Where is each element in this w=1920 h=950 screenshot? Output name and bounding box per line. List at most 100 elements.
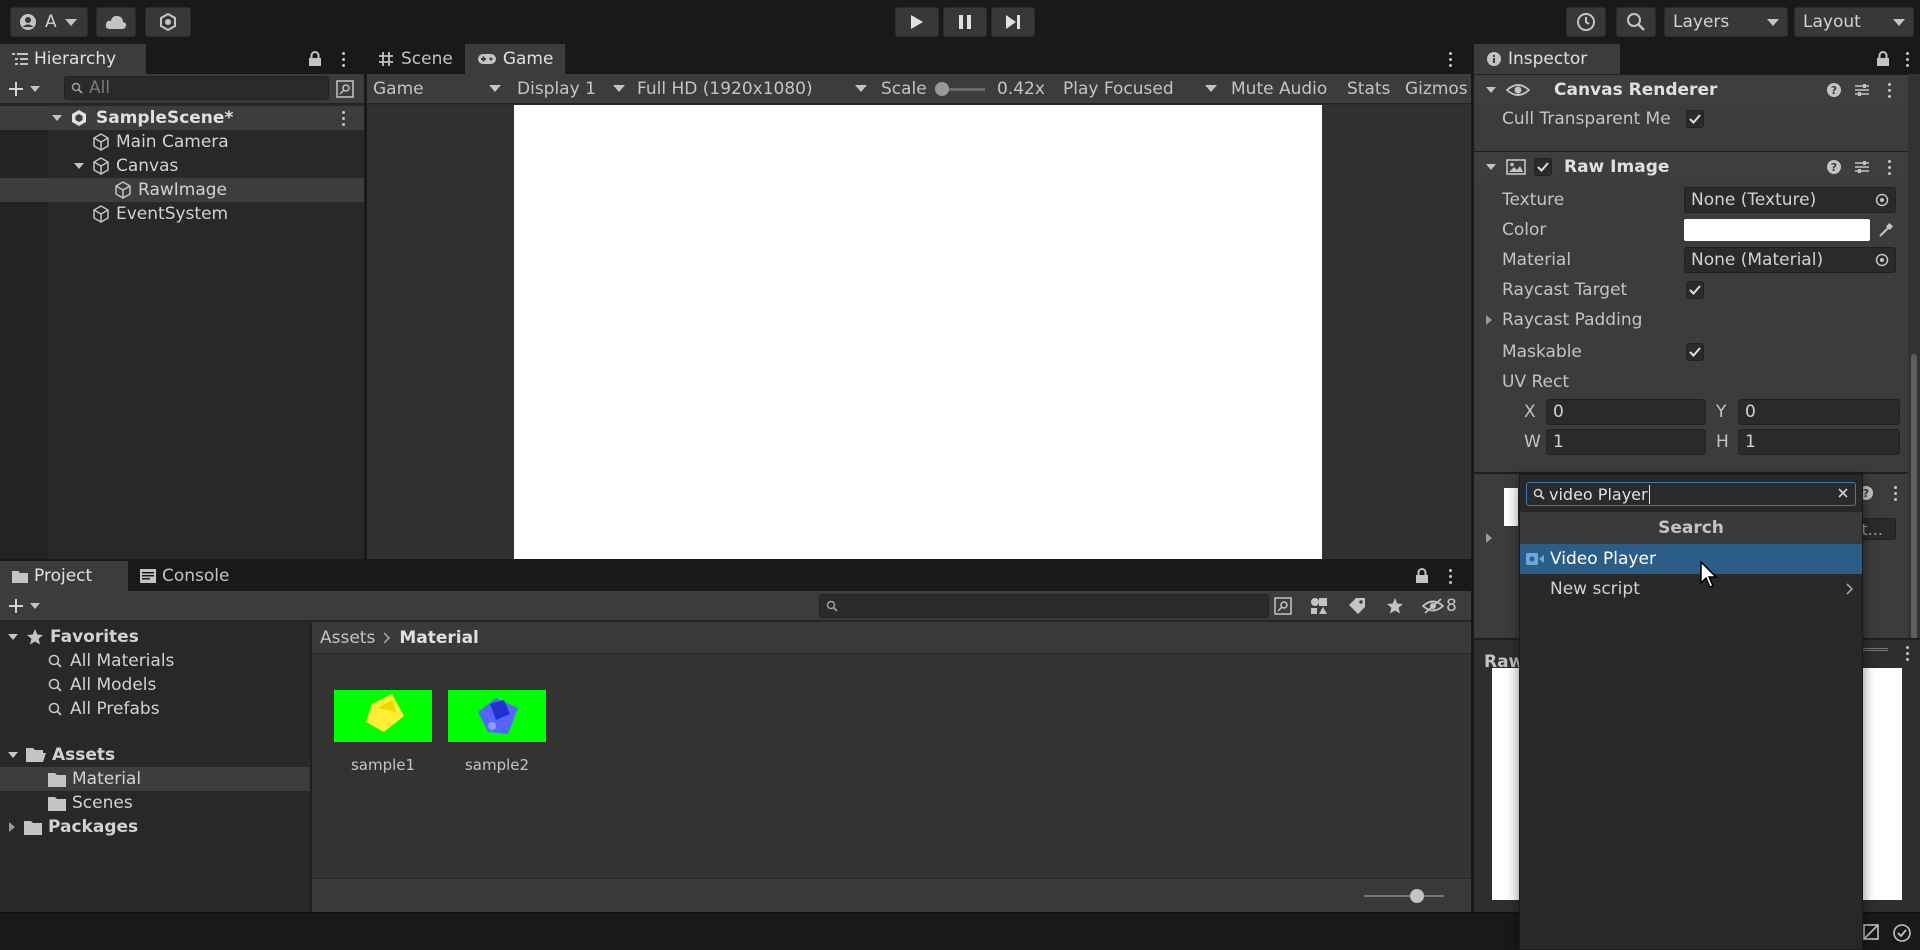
debug-icon[interactable] (1862, 923, 1880, 941)
help-icon[interactable]: ? (1826, 159, 1842, 175)
account-dropdown[interactable]: A (10, 7, 88, 37)
icon-size-slider-thumb[interactable] (1410, 889, 1424, 903)
more-icon[interactable] (1906, 646, 1909, 661)
search-button[interactable] (1616, 7, 1656, 37)
more-icon[interactable] (1888, 160, 1891, 175)
lock-icon[interactable] (1876, 51, 1890, 67)
maskable-checkbox[interactable] (1686, 343, 1704, 361)
uv-y-input[interactable]: 0 (1738, 399, 1900, 425)
canvas-renderer-header[interactable]: Canvas Renderer ? (1474, 74, 1908, 104)
more-icon[interactable] (1906, 52, 1909, 67)
star-icon[interactable] (1386, 597, 1404, 615)
result-item-new-script[interactable]: New script (1520, 574, 1862, 604)
favorite-item-models[interactable]: All Models (0, 673, 310, 697)
object-picker-icon[interactable] (1875, 193, 1889, 207)
cull-transparent-checkbox[interactable] (1686, 110, 1704, 128)
more-icon[interactable] (1888, 83, 1891, 98)
lock-icon[interactable] (308, 51, 322, 67)
inspector-scrollbar[interactable] (1908, 74, 1920, 674)
hierarchy-item-eventsystem[interactable]: EventSystem (0, 202, 296, 226)
asset-item-sample2[interactable]: sample2 (448, 690, 546, 790)
game-render-area[interactable] (514, 105, 1322, 559)
folder-item-material[interactable]: Material (0, 767, 310, 791)
project-toolbar: 8 (0, 591, 1471, 621)
cloud-button[interactable] (96, 7, 136, 37)
more-icon[interactable] (1894, 486, 1897, 501)
favorite-item-materials[interactable]: All Materials (0, 649, 310, 673)
tab-game[interactable]: Game (464, 44, 566, 74)
create-dropdown[interactable] (8, 598, 40, 614)
asset-thumbnail (448, 690, 546, 742)
scale-slider-thumb[interactable] (935, 82, 949, 96)
scrollbar-thumb[interactable] (1911, 354, 1917, 654)
preset-icon[interactable] (1854, 159, 1870, 175)
raycast-padding-row[interactable]: Raycast Padding (1474, 306, 1908, 334)
scene-search-icon[interactable] (336, 80, 354, 98)
breadcrumb-material[interactable]: Material (399, 628, 479, 648)
more-icon[interactable] (342, 52, 345, 67)
uv-x-input[interactable]: 0 (1546, 399, 1706, 425)
more-icon[interactable] (1449, 569, 1452, 584)
color-swatch[interactable] (1684, 219, 1870, 241)
material-object-field[interactable]: None (Material) (1684, 247, 1896, 273)
tab-console[interactable]: Console (128, 561, 242, 591)
scale-slider[interactable] (935, 82, 985, 96)
eyedropper-icon[interactable] (1878, 222, 1894, 238)
pause-button[interactable] (943, 7, 987, 37)
project-search-input[interactable] (819, 594, 1269, 618)
hierarchy-search-input[interactable]: All (64, 76, 329, 100)
raw-image-enabled-checkbox[interactable] (1534, 157, 1552, 176)
icon-size-slider[interactable] (1364, 889, 1444, 903)
breadcrumb-assets[interactable]: Assets (320, 628, 375, 648)
clear-icon[interactable] (1837, 487, 1849, 499)
collab-button[interactable] (145, 7, 191, 37)
scene-search-icon[interactable] (1274, 597, 1292, 615)
play-button[interactable] (895, 7, 939, 37)
step-button[interactable] (991, 7, 1035, 37)
raw-image-header[interactable]: Raw Image ? (1474, 151, 1908, 181)
tab-scene[interactable]: Scene (367, 44, 465, 74)
create-dropdown[interactable] (8, 81, 40, 97)
asset-item-sample1[interactable]: sample1 (334, 690, 432, 790)
stats-button[interactable]: Stats (1347, 79, 1390, 99)
hidden-packages-toggle[interactable]: 8 (1422, 596, 1457, 616)
favorite-item-prefabs[interactable]: All Prefabs (0, 697, 310, 721)
mute-audio-button[interactable]: Mute Audio (1231, 79, 1327, 99)
label-tag-icon[interactable] (1348, 597, 1366, 615)
preset-icon[interactable] (1854, 82, 1870, 98)
tab-project[interactable]: Project (0, 561, 128, 591)
more-icon[interactable] (342, 111, 345, 126)
result-item-video-player[interactable]: Video Player (1520, 544, 1862, 574)
resolution-dropdown[interactable]: Full HD (1920x1080) (637, 79, 867, 99)
lock-icon[interactable] (1415, 568, 1429, 584)
hierarchy-item-main-camera[interactable]: Main Camera (0, 130, 296, 154)
display-mode-dropdown[interactable]: Game (373, 79, 501, 99)
raycast-target-checkbox[interactable] (1686, 281, 1704, 299)
object-picker-icon[interactable] (1875, 253, 1889, 267)
texture-object-field[interactable]: None (Texture) (1684, 187, 1896, 213)
assets-row[interactable]: Assets (0, 743, 310, 767)
gizmos-button[interactable]: Gizmos (1405, 79, 1468, 99)
hierarchy-item-canvas[interactable]: Canvas (0, 154, 296, 178)
scene-row[interactable]: SampleScene* (0, 106, 364, 130)
tab-hierarchy[interactable]: Hierarchy (0, 44, 146, 74)
help-icon[interactable]: ? (1826, 82, 1842, 98)
component-search-input[interactable]: video Player (1526, 482, 1856, 506)
uv-h-input[interactable]: 1 (1738, 429, 1900, 455)
packages-row[interactable]: Packages (0, 815, 310, 839)
unity-scene-icon (70, 109, 88, 127)
folder-item-scenes[interactable]: Scenes (0, 791, 310, 815)
layout-dropdown[interactable]: Layout (1794, 7, 1914, 37)
display-dropdown[interactable]: Display 1 (517, 79, 625, 99)
tab-inspector[interactable]: Inspector (1474, 44, 1620, 74)
filter-type-icon[interactable] (1310, 597, 1328, 615)
play-mode-dropdown[interactable]: Play Focused (1063, 79, 1217, 99)
layers-dropdown[interactable]: Layers (1664, 7, 1788, 37)
hierarchy-item-rawimage[interactable]: RawImage (0, 178, 364, 202)
uv-w-input[interactable]: 1 (1546, 429, 1706, 455)
check-circle-icon[interactable] (1892, 923, 1912, 943)
more-icon[interactable] (1449, 52, 1452, 67)
history-button[interactable] (1566, 7, 1606, 37)
favorites-row[interactable]: Favorites (0, 625, 310, 649)
chevron-right-icon (1486, 315, 1492, 325)
